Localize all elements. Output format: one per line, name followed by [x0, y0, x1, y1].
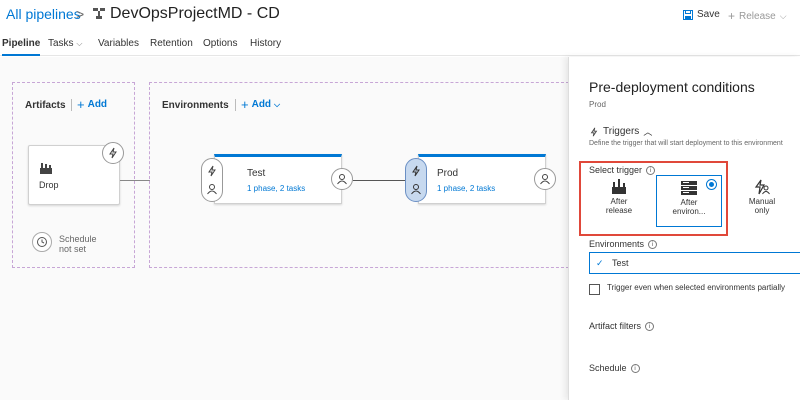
user-icon	[411, 184, 421, 195]
panel-title: Pre-deployment conditions	[589, 79, 755, 95]
option-label: environ...	[672, 207, 706, 216]
triggers-label: Triggers	[603, 126, 640, 137]
connector-line	[120, 180, 150, 181]
trigger-icon	[412, 165, 420, 177]
panel-subtitle: Prod	[589, 100, 606, 109]
environment-card-prod[interactable]: Prod 1 phase, 2 tasks	[418, 154, 546, 204]
chevron-down-icon: ⌵	[274, 99, 281, 109]
tab-history[interactable]: History	[250, 38, 281, 56]
build-icon	[40, 163, 52, 174]
pre-deployment-conditions-prod[interactable]	[405, 158, 427, 202]
tab-retention[interactable]: Retention	[150, 38, 193, 56]
tab-tasks-label: Tasks	[48, 38, 74, 49]
check-icon: ✓	[596, 258, 604, 268]
trigger-even-label: Trigger even when selected environments …	[607, 283, 786, 292]
add-environment-label: Add	[251, 99, 272, 110]
continuous-deployment-trigger-button[interactable]	[102, 142, 124, 164]
pipeline-icon	[93, 8, 105, 19]
tab-tasks[interactable]: Tasks ⌵	[48, 38, 82, 56]
info-icon[interactable]: i	[630, 363, 640, 373]
plus-icon: +	[77, 96, 85, 112]
environment-name: Test	[247, 168, 266, 179]
save-button[interactable]: Save	[683, 9, 720, 20]
user-icon	[337, 174, 347, 185]
artifact-filters-text: Artifact filters	[589, 321, 642, 331]
tab-bar: Pipeline Tasks ⌵ Variables Retention Opt…	[0, 34, 800, 56]
add-artifact-button[interactable]: + Add	[77, 96, 108, 112]
trigger-icon	[590, 127, 598, 136]
info-icon[interactable]: i	[645, 321, 655, 331]
tab-options[interactable]: Options	[203, 38, 237, 56]
save-label: Save	[697, 9, 720, 20]
triggers-section-toggle[interactable]: Triggers ︿	[589, 125, 652, 138]
option-label: Manual	[748, 197, 776, 206]
environments-select[interactable]: ✓ Test	[589, 252, 800, 274]
environment-tasks-link[interactable]: 1 phase, 2 tasks	[247, 184, 305, 193]
option-label: only	[754, 206, 770, 215]
pre-deployment-conditions-test[interactable]	[201, 158, 223, 202]
environment-card-test[interactable]: Test 1 phase, 2 tasks	[214, 154, 342, 204]
tab-variables[interactable]: Variables	[98, 38, 139, 56]
chevron-down-icon: ⌵	[76, 39, 83, 48]
plus-icon: +	[728, 9, 736, 23]
build-icon	[612, 179, 626, 194]
option-label: release	[605, 206, 633, 215]
post-deployment-approval-prod[interactable]	[534, 168, 556, 190]
environments-field-label: Environments i	[589, 239, 658, 249]
trigger-option-manual-only[interactable]: Manual only	[729, 175, 795, 227]
environments-select-value: Test	[612, 258, 629, 268]
page-title: DevOpsProjectMD - CD	[110, 5, 280, 22]
release-label: Release	[739, 10, 776, 22]
info-icon[interactable]: i	[648, 239, 658, 249]
divider	[71, 99, 72, 111]
environment-tasks-link[interactable]: 1 phase, 2 tasks	[437, 184, 495, 193]
connector-line	[353, 180, 406, 181]
pre-deployment-conditions-panel: Pre-deployment conditions Prod Triggers …	[568, 57, 800, 400]
breadcrumb-all-pipelines[interactable]: All pipelines	[6, 6, 81, 22]
chevron-down-icon: ⌵	[779, 10, 787, 21]
environments-label: Environments	[162, 100, 229, 111]
schedule-text: Schedule not set	[59, 234, 97, 254]
triggers-description: Define the trigger that will start deplo…	[589, 140, 783, 147]
artifact-filters-label[interactable]: Artifact filters i	[589, 321, 655, 331]
environment-name: Prod	[437, 168, 459, 179]
add-environment-button[interactable]: + Add ⌵	[241, 96, 281, 112]
server-icon	[681, 181, 697, 195]
trigger-option-after-environment[interactable]: After environ...	[656, 175, 722, 227]
post-deployment-approval-test[interactable]	[331, 168, 353, 190]
option-label: After	[680, 198, 698, 207]
artifact-name: Drop	[39, 180, 59, 190]
trigger-option-after-release[interactable]: After release	[586, 175, 652, 227]
trigger-even-checkbox[interactable]	[589, 284, 600, 295]
radio-selected-icon	[706, 179, 717, 190]
environments-field-text: Environments	[589, 239, 645, 249]
schedule-button[interactable]	[32, 232, 52, 252]
option-label: After	[610, 197, 628, 206]
save-icon	[683, 9, 693, 20]
divider	[235, 99, 236, 111]
tab-pipeline[interactable]: Pipeline	[2, 38, 41, 56]
release-button[interactable]: + Release ⌵	[728, 9, 787, 23]
clock-icon	[37, 237, 47, 247]
breadcrumb-separator: >	[76, 6, 85, 22]
schedule-label[interactable]: Schedule i	[589, 363, 640, 373]
artifacts-label: Artifacts	[25, 100, 66, 111]
schedule-text-panel: Schedule	[589, 363, 627, 373]
chevron-up-icon: ︿	[643, 127, 653, 137]
user-icon	[207, 184, 217, 195]
header: All pipelines > DevOpsProjectMD - CD Sav…	[0, 0, 800, 34]
add-artifact-label: Add	[87, 99, 108, 110]
manual-trigger-icon	[754, 179, 770, 195]
user-icon	[540, 174, 550, 185]
trigger-icon	[109, 147, 117, 159]
trigger-icon	[208, 165, 216, 177]
plus-icon: +	[241, 96, 249, 112]
